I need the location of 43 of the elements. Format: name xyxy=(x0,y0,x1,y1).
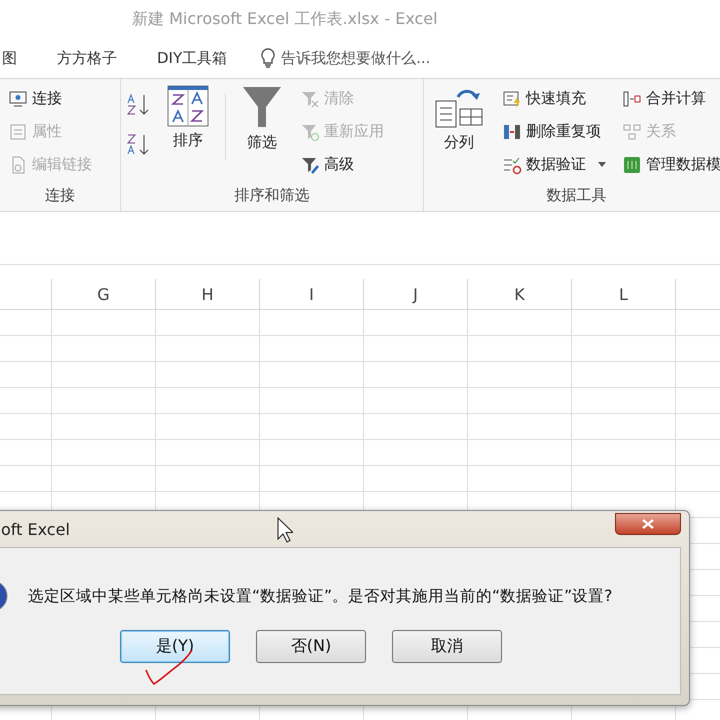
menu-tab[interactable]: 方方格子 xyxy=(57,48,117,68)
ribbon-button[interactable]: 删除重复项 xyxy=(500,118,608,145)
ribbon-large-button[interactable]: 分列 xyxy=(430,85,488,186)
column-header[interactable]: I xyxy=(260,279,364,309)
sort-descending-icon[interactable] xyxy=(127,133,151,157)
ribbon-group-label: 数据工具 xyxy=(546,186,608,206)
dialog-button[interactable]: 取消 xyxy=(392,630,502,663)
column-header[interactable]: H xyxy=(156,279,260,309)
ribbon-button[interactable]: 连接 xyxy=(6,85,94,112)
ribbon-large-button[interactable]: 排序 xyxy=(163,85,213,186)
close-icon xyxy=(642,519,654,529)
sort-icon xyxy=(167,85,209,127)
dialog-title: oft Excel xyxy=(1,520,70,538)
properties-icon xyxy=(8,122,28,142)
dialog-button[interactable]: 否(N) xyxy=(256,630,366,663)
menu-tab[interactable]: 图 xyxy=(2,48,17,68)
lightning-icon xyxy=(502,88,522,108)
dialog-message: 选定区域中某些单元格尚未设置“数据验证”。是否对其施用当前的“数据验证”设置? xyxy=(28,586,612,606)
ribbon-group-label: 排序和筛选 xyxy=(234,186,310,206)
ribbon-button[interactable]: 数据验证 xyxy=(500,151,608,178)
column-header[interactable]: J xyxy=(364,279,468,309)
column-header[interactable]: K xyxy=(468,279,572,309)
cube-icon xyxy=(622,154,642,174)
ribbon-group-label: 连接 xyxy=(44,186,76,206)
relations-icon xyxy=(622,122,642,142)
mouse-cursor-icon xyxy=(277,517,293,543)
close-button[interactable] xyxy=(615,513,681,535)
menu-tab[interactable]: DIY工具箱 xyxy=(157,48,228,68)
ribbon-large-button[interactable]: 筛选 xyxy=(238,85,286,186)
ribbon-button[interactable]: 高级 xyxy=(298,151,386,178)
consolidate-icon xyxy=(622,88,642,108)
window-title: 新建 Microsoft Excel 工作表.xlsx - Excel xyxy=(132,8,438,30)
monitor-icon xyxy=(8,88,28,108)
dialog-button[interactable]: 是(Y) xyxy=(120,630,230,663)
filter-icon xyxy=(242,85,282,129)
ribbon-button[interactable]: 快速填充 xyxy=(500,85,608,112)
sort-ascending-icon[interactable] xyxy=(127,93,151,117)
lightbulb-icon xyxy=(261,48,276,68)
ribbon-button[interactable]: 合并计算 xyxy=(620,85,720,112)
column-header[interactable]: G xyxy=(52,279,156,309)
ribbon-button[interactable]: 管理数据模 xyxy=(620,151,720,178)
tell-me-search[interactable]: 告诉我您想要做什么... xyxy=(281,48,430,68)
column-header[interactable]: L xyxy=(572,279,676,309)
